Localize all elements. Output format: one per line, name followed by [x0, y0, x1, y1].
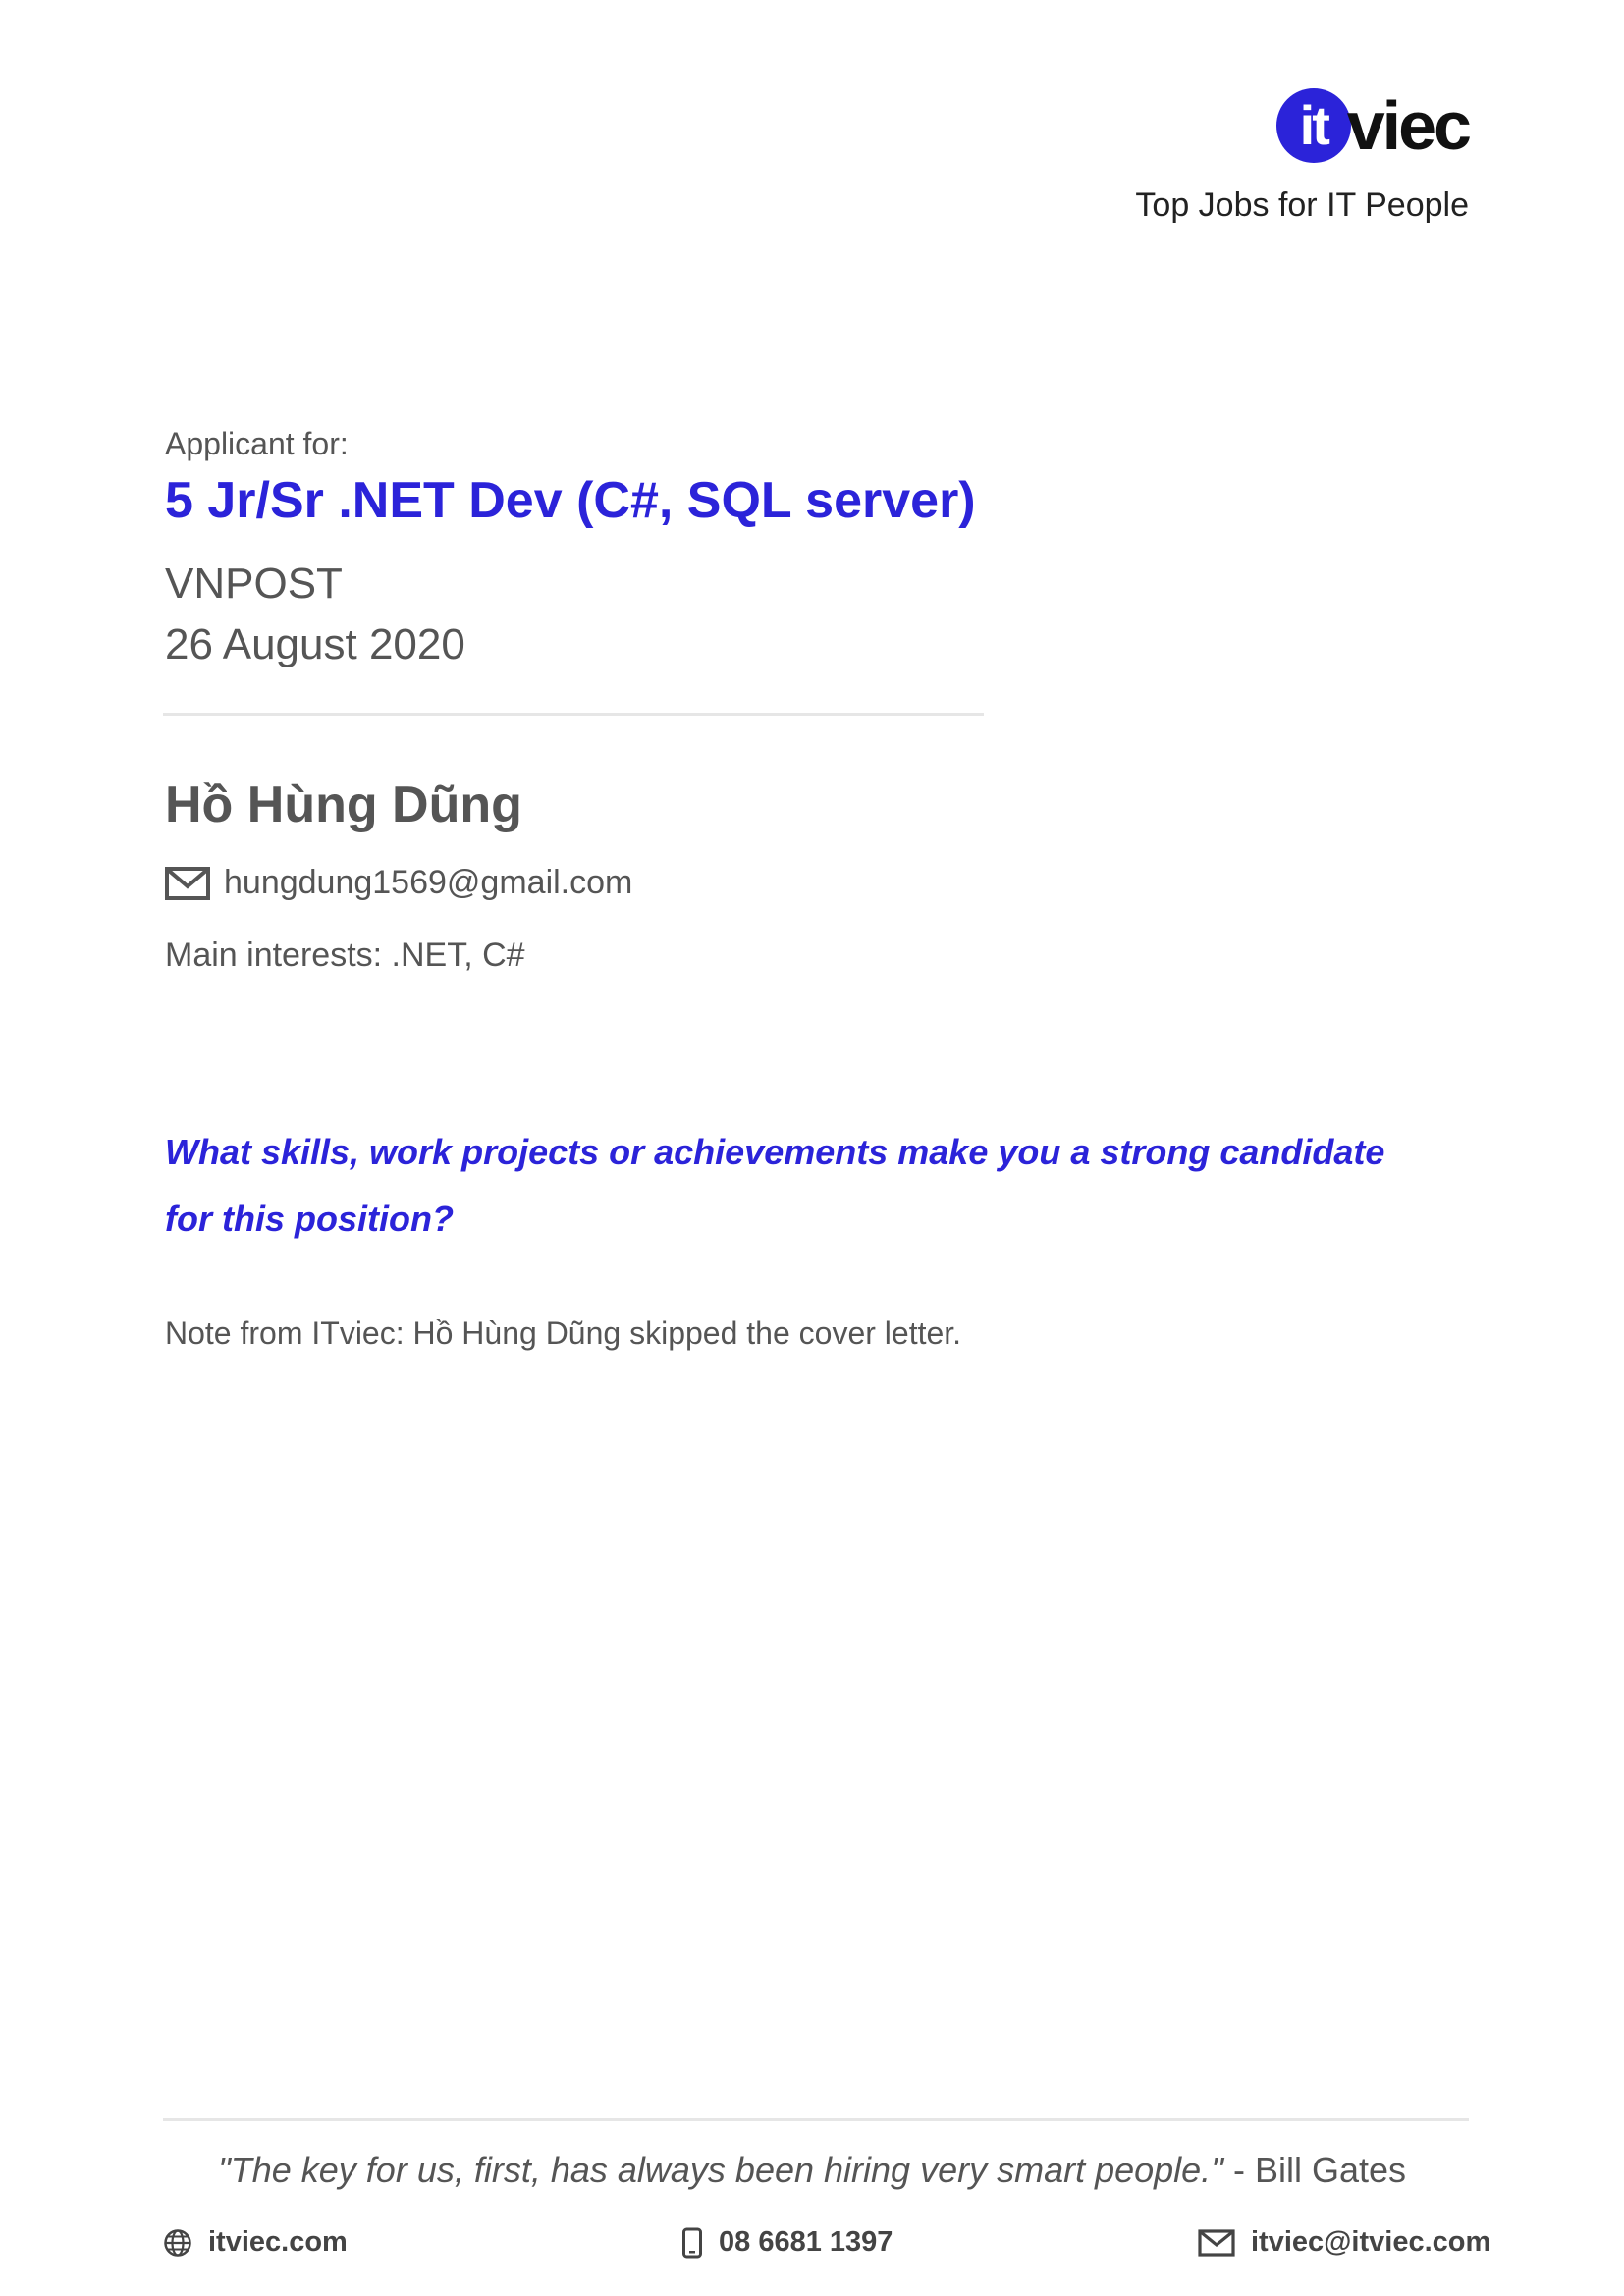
footer-quote: "The key for us, first, has always been …: [0, 2150, 1624, 2191]
footer-website-link[interactable]: itviec.com: [208, 2226, 348, 2259]
cover-letter-question: What skills, work projects or achievemen…: [165, 1132, 1385, 1239]
logo-wordmark: viec: [1346, 87, 1472, 164]
section-divider: [163, 713, 984, 716]
applicant-email-row: hungdung1569@gmail.com: [165, 864, 632, 902]
itviec-note: Note from ITviec: Hồ Hùng Dũng skipped t…: [165, 1315, 962, 1351]
footer-email: itviec@itviec.com: [1198, 2226, 1490, 2259]
itviec-logo: it viec: [1275, 86, 1472, 165]
tagline: Top Jobs for IT People: [1135, 187, 1469, 224]
job-title: 5 Jr/Sr .NET Dev (C#, SQL server): [165, 472, 976, 529]
applicant-for-label: Applicant for:: [165, 426, 349, 461]
quote-author: - Bill Gates: [1222, 2150, 1407, 2190]
mobile-phone-icon: [682, 2227, 702, 2258]
footer-website: itviec.com: [163, 2226, 348, 2259]
company-name: VNPOST: [165, 560, 343, 608]
footer-email-link[interactable]: itviec@itviec.com: [1251, 2226, 1490, 2259]
applicant-email: hungdung1569@gmail.com: [224, 864, 633, 901]
envelope-icon: [165, 866, 210, 900]
main-interests: Main interests: .NET, C#: [165, 936, 525, 974]
applicant-name: Hồ Hùng Dũng: [165, 776, 522, 833]
globe-icon: [164, 2228, 191, 2257]
quote-text: "The key for us, first, has always been …: [217, 2150, 1223, 2190]
application-date: 26 August 2020: [165, 620, 465, 668]
envelope-icon: [1198, 2228, 1235, 2257]
footer-phone-number: 08 6681 1397: [719, 2226, 893, 2258]
footer-divider: [163, 2118, 1469, 2121]
footer-phone: 08 6681 1397: [681, 2226, 893, 2259]
logo-mark: it: [1275, 88, 1351, 163]
